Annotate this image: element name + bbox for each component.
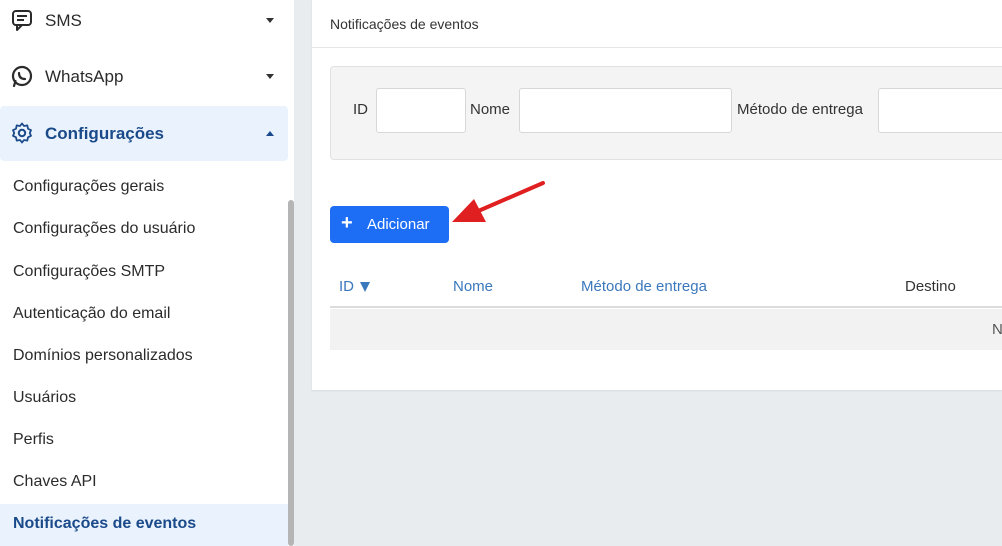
plus-icon: + xyxy=(341,212,353,234)
sidebar-item-autenticacao-email[interactable]: Autenticação do email xyxy=(13,305,170,323)
sidebar-item-dominios[interactable]: Domínios personalizados xyxy=(13,347,193,365)
column-header-nome[interactable]: Nome xyxy=(453,278,493,295)
sidebar: SMS WhatsApp Configurações Configurações… xyxy=(0,0,294,546)
chevron-down-icon xyxy=(266,18,274,23)
page-title: Notificações de eventos xyxy=(330,16,479,32)
method-filter-label: Método de entrega xyxy=(737,101,863,118)
table-header: ID Nome Método de entrega Destino xyxy=(330,266,1002,308)
empty-table-message: N xyxy=(992,321,1002,338)
sidebar-item-notificacoes-eventos[interactable]: Notificações de eventos xyxy=(13,515,196,533)
sidebar-item-chaves-api[interactable]: Chaves API xyxy=(13,473,97,491)
whatsapp-icon xyxy=(11,65,33,87)
add-button-label: Adicionar xyxy=(367,216,430,233)
add-button[interactable]: + Adicionar xyxy=(330,206,449,243)
column-header-metodo[interactable]: Método de entrega xyxy=(581,278,707,295)
sidebar-item-configuracoes-gerais[interactable]: Configurações gerais xyxy=(13,178,164,196)
sidebar-item-label: Configurações xyxy=(45,124,165,143)
column-header-id[interactable]: ID xyxy=(339,278,370,295)
sidebar-item-configuracoes-smtp[interactable]: Configurações SMTP xyxy=(13,263,165,281)
table-empty-row: N xyxy=(330,309,1002,350)
chevron-down-icon xyxy=(266,74,274,79)
filter-panel: ID Nome Método de entrega xyxy=(330,66,1002,160)
sms-chat-icon xyxy=(12,10,32,31)
sidebar-item-usuarios[interactable]: Usuários xyxy=(13,389,76,407)
id-filter-label: ID xyxy=(353,101,368,118)
gear-icon xyxy=(12,122,32,144)
column-header-destino: Destino xyxy=(905,278,956,295)
sidebar-scrollbar[interactable] xyxy=(288,200,294,546)
sidebar-item-sms[interactable]: SMS xyxy=(0,0,288,40)
method-filter-input[interactable] xyxy=(878,88,1002,133)
name-filter-label: Nome xyxy=(470,101,511,118)
sidebar-item-configuracoes[interactable]: Configurações xyxy=(0,106,288,161)
column-label: ID xyxy=(339,278,354,295)
sort-descending-icon xyxy=(360,282,370,293)
name-filter-input[interactable] xyxy=(519,88,732,133)
card-header: Notificações de eventos xyxy=(312,0,1002,48)
id-filter-input[interactable] xyxy=(376,88,466,133)
sidebar-item-label: SMS xyxy=(45,11,82,30)
chevron-up-icon xyxy=(266,131,274,136)
sidebar-item-configuracoes-usuario[interactable]: Configurações do usuário xyxy=(13,220,195,238)
sidebar-item-perfis[interactable]: Perfis xyxy=(13,431,54,449)
events-card: Notificações de eventos ID Nome Método d… xyxy=(312,0,1002,390)
sidebar-item-whatsapp[interactable]: WhatsApp xyxy=(0,56,288,96)
sidebar-item-label: WhatsApp xyxy=(45,67,124,86)
